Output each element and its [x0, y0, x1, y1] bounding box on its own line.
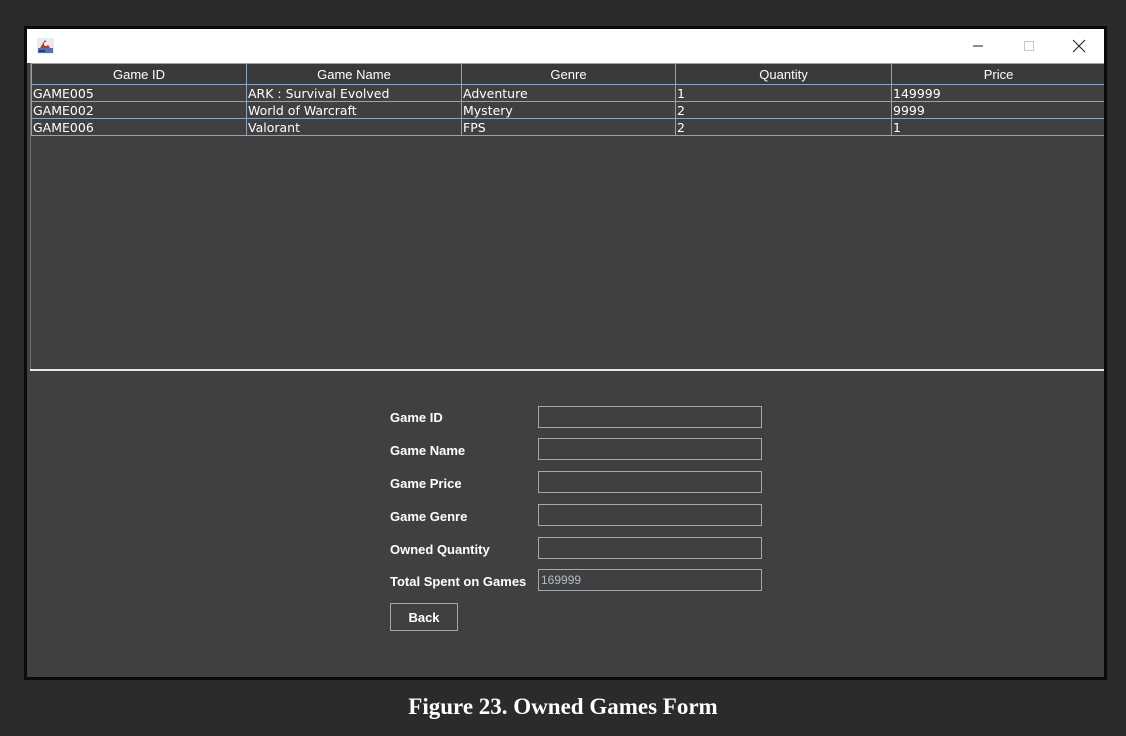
- game-name-label: Game Name: [390, 443, 466, 458]
- maximize-icon: [1024, 41, 1034, 51]
- cell-genre[interactable]: Adventure: [461, 84, 676, 102]
- minimize-button[interactable]: [953, 29, 1003, 63]
- game-detail-form: Game ID Game Name Game Price Game Genre …: [30, 371, 1104, 677]
- cell-quantity[interactable]: 2: [675, 101, 892, 119]
- back-button[interactable]: Back: [390, 603, 458, 631]
- total-spent-label: Total Spent on Games: [390, 574, 527, 589]
- cell-game-name[interactable]: ARK : Survival Evolved: [246, 84, 462, 102]
- game-price-field[interactable]: [538, 471, 762, 493]
- cell-price[interactable]: 149999: [891, 84, 1104, 102]
- close-icon: [1072, 39, 1086, 53]
- owned-quantity-label: Owned Quantity: [390, 542, 490, 557]
- game-price-label: Game Price: [390, 476, 462, 491]
- game-id-label: Game ID: [390, 410, 443, 425]
- cell-game-id[interactable]: GAME002: [31, 101, 247, 119]
- game-id-field[interactable]: [538, 406, 762, 428]
- table-header-row: Game ID Game Name Genre Quantity Price: [31, 63, 1104, 85]
- cell-game-id[interactable]: GAME005: [31, 84, 247, 102]
- column-header-quantity[interactable]: Quantity: [675, 63, 892, 85]
- owned-games-table: Game ID Game Name Genre Quantity Price G…: [31, 63, 1104, 136]
- figure-caption: Figure 23. Owned Games Form: [408, 694, 718, 719]
- game-genre-label: Game Genre: [390, 509, 468, 524]
- cell-game-name[interactable]: World of Warcraft: [246, 101, 462, 119]
- column-header-price[interactable]: Price: [891, 63, 1104, 85]
- column-header-game-name[interactable]: Game Name: [246, 63, 462, 85]
- java-app-icon: [37, 38, 54, 54]
- cell-quantity[interactable]: 2: [675, 118, 892, 136]
- table-row[interactable]: GAME006 Valorant FPS 2 1: [31, 118, 1104, 136]
- games-table-panel[interactable]: Game ID Game Name Genre Quantity Price G…: [30, 63, 1104, 369]
- title-bar[interactable]: [27, 29, 1104, 63]
- maximize-button[interactable]: [1004, 29, 1054, 63]
- column-header-game-id[interactable]: Game ID: [31, 63, 247, 85]
- cell-quantity[interactable]: 1: [675, 84, 892, 102]
- table-row[interactable]: GAME002 World of Warcraft Mystery 2 9999: [31, 101, 1104, 119]
- cell-genre[interactable]: Mystery: [461, 101, 676, 119]
- owned-games-window: Game ID Game Name Genre Quantity Price G…: [24, 26, 1107, 680]
- table-row[interactable]: GAME005 ARK : Survival Evolved Adventure…: [31, 84, 1104, 102]
- minimize-icon: [973, 45, 983, 47]
- cell-price[interactable]: 1: [891, 118, 1104, 136]
- close-button[interactable]: [1054, 29, 1104, 63]
- cell-game-id[interactable]: GAME006: [31, 118, 247, 136]
- game-genre-field[interactable]: [538, 504, 762, 526]
- game-name-field[interactable]: [538, 438, 762, 460]
- column-header-genre[interactable]: Genre: [461, 63, 676, 85]
- owned-quantity-field[interactable]: [538, 537, 762, 559]
- cell-genre[interactable]: FPS: [461, 118, 676, 136]
- total-spent-field[interactable]: [538, 569, 762, 591]
- cell-game-name[interactable]: Valorant: [246, 118, 462, 136]
- cell-price[interactable]: 9999: [891, 101, 1104, 119]
